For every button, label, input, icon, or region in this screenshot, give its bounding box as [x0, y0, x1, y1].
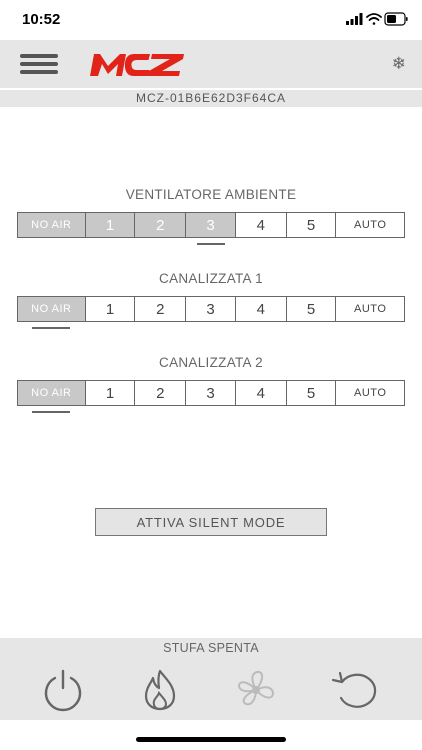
- fan-option-1[interactable]: 1: [85, 213, 136, 237]
- fan-icon[interactable]: [232, 668, 280, 712]
- fan-option-auto[interactable]: AUTO: [336, 297, 404, 321]
- fan-option-auto[interactable]: AUTO: [336, 213, 404, 237]
- fan-section-title: VENTILATORE AMBIENTE: [125, 187, 297, 202]
- power-icon[interactable]: [39, 668, 87, 712]
- fan-option-no-air[interactable]: NO AIR: [18, 297, 86, 321]
- fan-option-3[interactable]: 3: [186, 297, 236, 321]
- fan-speed-selector: NO AIR 1 2 3 4 5 AUTO: [17, 296, 405, 322]
- fan-option-2[interactable]: 2: [135, 297, 187, 321]
- silent-mode-button[interactable]: ATTIVA SILENT MODE: [95, 508, 327, 536]
- menu-icon[interactable]: [20, 54, 58, 74]
- mcz-logo: [88, 50, 186, 83]
- fan-option-no-air[interactable]: NO AIR: [18, 213, 86, 237]
- battery-icon: [384, 12, 408, 26]
- fan-option-3[interactable]: 3: [186, 213, 236, 237]
- status-icons: [346, 12, 408, 31]
- fan-option-2[interactable]: 2: [135, 213, 187, 237]
- fan-section-title: CANALIZZATA 2: [159, 355, 263, 370]
- selected-indicator: [197, 243, 225, 245]
- fan-option-5[interactable]: 5: [287, 213, 337, 237]
- status-time: 10:52: [22, 11, 61, 28]
- snowflake-icon[interactable]: ❄: [392, 54, 406, 74]
- fan-option-auto[interactable]: AUTO: [336, 381, 404, 405]
- fan-option-4[interactable]: 4: [236, 297, 287, 321]
- bottom-nav: [0, 658, 422, 720]
- fan-option-1[interactable]: 1: [86, 381, 136, 405]
- fan-option-5[interactable]: 5: [287, 297, 337, 321]
- fan-option-4[interactable]: 4: [236, 213, 287, 237]
- flame-icon[interactable]: [136, 668, 184, 712]
- fan-option-3[interactable]: 3: [186, 381, 236, 405]
- signal-icon: [346, 13, 363, 25]
- status-bar: 10:52: [0, 0, 422, 40]
- selected-indicator: [31, 411, 71, 413]
- fan-option-1[interactable]: 1: [86, 297, 136, 321]
- device-id: MCZ-01B6E62D3F64CA: [0, 90, 422, 107]
- fan-speed-selector: NO AIR 1 2 3 4 5 AUTO: [17, 212, 405, 238]
- app-header: ❄: [0, 40, 422, 88]
- stove-status: STUFA SPENTA: [0, 638, 422, 658]
- fan-option-no-air[interactable]: NO AIR: [18, 381, 86, 405]
- fan-section-title: CANALIZZATA 1: [159, 271, 263, 286]
- fan-option-2[interactable]: 2: [135, 381, 187, 405]
- selected-indicator: [31, 327, 71, 329]
- home-indicator: [136, 737, 286, 742]
- fan-speed-selector: NO AIR 1 2 3 4 5 AUTO: [17, 380, 405, 406]
- wifi-icon: [366, 13, 382, 25]
- refresh-icon[interactable]: [330, 668, 378, 712]
- fan-option-4[interactable]: 4: [236, 381, 287, 405]
- fan-option-5[interactable]: 5: [287, 381, 337, 405]
